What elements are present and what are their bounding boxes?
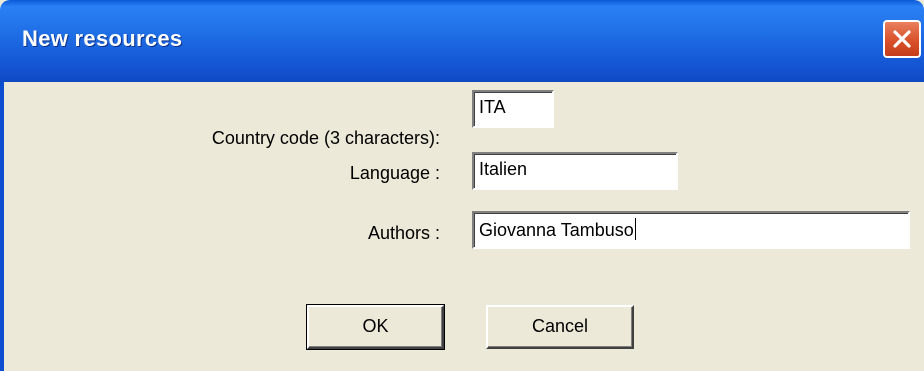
close-icon [893, 30, 911, 48]
language-field[interactable]: Italien [472, 152, 678, 190]
window-title: New resources [22, 26, 183, 51]
authors-field[interactable]: Giovanna Tambuso [472, 211, 910, 249]
country-code-field[interactable]: ITA [472, 90, 554, 128]
title-bar[interactable]: New resources [0, 0, 924, 82]
cancel-button[interactable]: Cancel [486, 305, 634, 349]
country-code-value: ITA [479, 97, 506, 117]
window-border [0, 82, 4, 371]
authors-label: Authors : [367, 223, 440, 243]
close-button[interactable] [883, 20, 921, 58]
ok-button[interactable]: OK [306, 304, 445, 350]
authors-value: Giovanna Tambuso [479, 220, 634, 240]
dialog-window: New resources Country code (3 characters… [0, 0, 924, 371]
country-code-label: Country code (3 characters): [211, 128, 440, 148]
language-label: Language : [349, 163, 440, 183]
text-caret [634, 218, 636, 240]
language-value: Italien [479, 159, 528, 179]
